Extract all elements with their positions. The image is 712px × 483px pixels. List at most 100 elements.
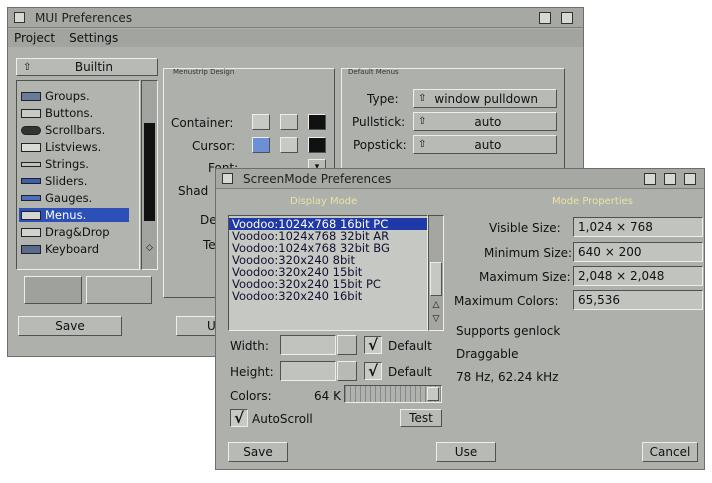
list-item-scrollbars[interactable]: Scrollbars. <box>21 123 105 137</box>
info-draggable: Draggable <box>456 347 519 361</box>
default-menus-title: Default Menus <box>348 68 399 76</box>
minimum-size-label: Minimum Size: <box>484 246 573 260</box>
height-stepper[interactable] <box>337 361 357 381</box>
depth-gadget-icon[interactable] <box>684 173 696 185</box>
class-list-scrollbar[interactable]: ◇ <box>141 80 158 270</box>
menu-project[interactable]: Project <box>14 31 55 45</box>
minimum-size-value: 640 × 200 <box>573 242 703 262</box>
colors-slider[interactable] <box>344 385 442 403</box>
maximum-colors-label: Maximum Colors: <box>454 294 559 308</box>
info-frequency: 78 Hz, 62.24 kHz <box>456 370 559 384</box>
type-label: Type: <box>367 92 399 106</box>
list-item-listviews[interactable]: Listviews. <box>21 140 101 154</box>
checkmark-icon: √ <box>233 409 244 427</box>
list-item-sliders[interactable]: Sliders. <box>21 174 87 188</box>
scrollbar-knob[interactable] <box>144 123 155 221</box>
depth-gadget-icon[interactable] <box>561 12 573 24</box>
cursor-color-2[interactable] <box>280 137 298 153</box>
container-label: Container: <box>171 116 234 130</box>
listviews-icon <box>21 142 41 152</box>
popup-arrow-icon: ⇧ <box>23 61 32 73</box>
height-default-checkbox[interactable]: √ <box>364 362 382 380</box>
popstick-label: Popstick: <box>353 138 407 152</box>
list-item-strings[interactable]: Strings. <box>21 157 89 171</box>
scrollbar-knob[interactable] <box>430 262 442 296</box>
display-mode-list[interactable]: Voodoo:1024x768 16bit PC Voodoo:1024x768… <box>228 215 428 331</box>
sliders-icon <box>21 178 41 184</box>
container-color-1[interactable] <box>252 114 270 130</box>
maximum-colors-value: 65,536 <box>573 290 703 310</box>
container-color-2[interactable] <box>280 114 298 130</box>
buttons-icon <box>21 108 41 118</box>
keyboard-icon <box>21 244 41 254</box>
container-color-3[interactable] <box>308 114 326 130</box>
zoom-gadget-icon[interactable] <box>664 173 676 185</box>
preview-button-right[interactable] <box>86 276 152 304</box>
autoscroll-checkbox[interactable]: √ <box>230 409 248 427</box>
list-item-gauges[interactable]: Gauges. <box>21 191 92 205</box>
screenmode-cancel-button[interactable]: Cancel <box>642 442 698 462</box>
builtin-label: Builtin <box>74 60 113 74</box>
height-field[interactable] <box>280 361 336 381</box>
menu-settings[interactable]: Settings <box>69 31 118 45</box>
list-item-dragdrop[interactable]: Drag&Drop <box>21 225 110 239</box>
mode-item[interactable]: Voodoo:320x240 16bit <box>229 290 427 302</box>
width-default-label: Default <box>388 339 432 353</box>
checkmark-icon: √ <box>367 362 378 380</box>
list-item-groups[interactable]: Groups. <box>21 89 90 103</box>
visible-size-value: 1,024 × 768 <box>573 217 703 237</box>
menus-icon <box>21 210 41 220</box>
preview-button-left[interactable] <box>24 276 82 304</box>
screenmode-save-button[interactable]: Save <box>228 442 288 462</box>
zoom-gadget-icon[interactable] <box>539 12 551 24</box>
width-default-checkbox[interactable]: √ <box>364 336 382 354</box>
cursor-color-1[interactable] <box>252 137 270 153</box>
width-field[interactable] <box>280 335 336 355</box>
pullstick-cycle-button[interactable]: ⇧ auto <box>413 112 557 131</box>
gauges-icon <box>21 195 41 201</box>
mode-properties-title: Mode Properties <box>552 196 633 207</box>
dragdrop-icon <box>21 227 41 237</box>
maximum-size-label: Maximum Size: <box>479 270 571 284</box>
cycle-icon: ⇧ <box>418 93 427 104</box>
height-label: Height: <box>230 365 274 379</box>
visible-size-label: Visible Size: <box>489 221 561 235</box>
cursor-label: Cursor: <box>192 139 236 153</box>
builtin-popup-button[interactable]: ⇧ Builtin <box>16 58 158 76</box>
pullstick-label: Pullstick: <box>352 115 406 129</box>
list-item-menus[interactable]: Menus. <box>19 208 129 222</box>
class-list[interactable]: Groups. Buttons. Scrollbars. Listviews. … <box>16 80 140 270</box>
screenmode-preferences-window: ScreenMode Preferences Display Mode Mode… <box>215 168 705 470</box>
list-item-keyboard[interactable]: Keyboard <box>21 242 99 256</box>
checkmark-icon: √ <box>367 336 378 354</box>
display-mode-title: Display Mode <box>290 196 358 207</box>
list-item-buttons[interactable]: Buttons. <box>21 106 93 120</box>
cycle-icon: ⇧ <box>418 139 427 150</box>
colors-slider-knob[interactable] <box>427 387 439 401</box>
close-gadget-icon[interactable] <box>222 173 233 184</box>
close-gadget-icon[interactable] <box>14 12 25 23</box>
screenmode-title-bar[interactable]: ScreenMode Preferences <box>216 169 704 189</box>
scroll-arrows-icon[interactable]: ◇ <box>144 243 155 265</box>
colors-value: 64 K <box>314 389 341 403</box>
width-stepper[interactable] <box>337 335 357 355</box>
mui-title-bar[interactable]: MUI Preferences <box>8 8 583 28</box>
mui-save-button[interactable]: Save <box>18 316 122 336</box>
popstick-cycle-button[interactable]: ⇧ auto <box>413 135 557 154</box>
shadow-label: Shad <box>178 184 209 198</box>
screenmode-window-title: ScreenMode Preferences <box>243 171 392 186</box>
autoscroll-label: AutoScroll <box>252 412 313 426</box>
iconify-gadget-icon[interactable] <box>644 173 656 185</box>
type-cycle-button[interactable]: ⇧ window pulldown <box>413 89 557 108</box>
test-button[interactable]: Test <box>400 409 442 427</box>
mode-list-scrollbar[interactable]: △ ▽ <box>428 215 444 331</box>
cursor-color-3[interactable] <box>308 137 326 153</box>
info-genlock: Supports genlock <box>456 324 561 338</box>
te-label: Te <box>203 238 216 252</box>
scroll-down-arrow-icon[interactable]: ▽ <box>431 314 441 324</box>
scroll-up-arrow-icon[interactable]: △ <box>431 300 441 310</box>
scrollbars-icon <box>21 125 41 135</box>
screenmode-use-button[interactable]: Use <box>436 442 496 462</box>
height-default-label: Default <box>388 365 432 379</box>
strings-icon <box>21 161 41 167</box>
